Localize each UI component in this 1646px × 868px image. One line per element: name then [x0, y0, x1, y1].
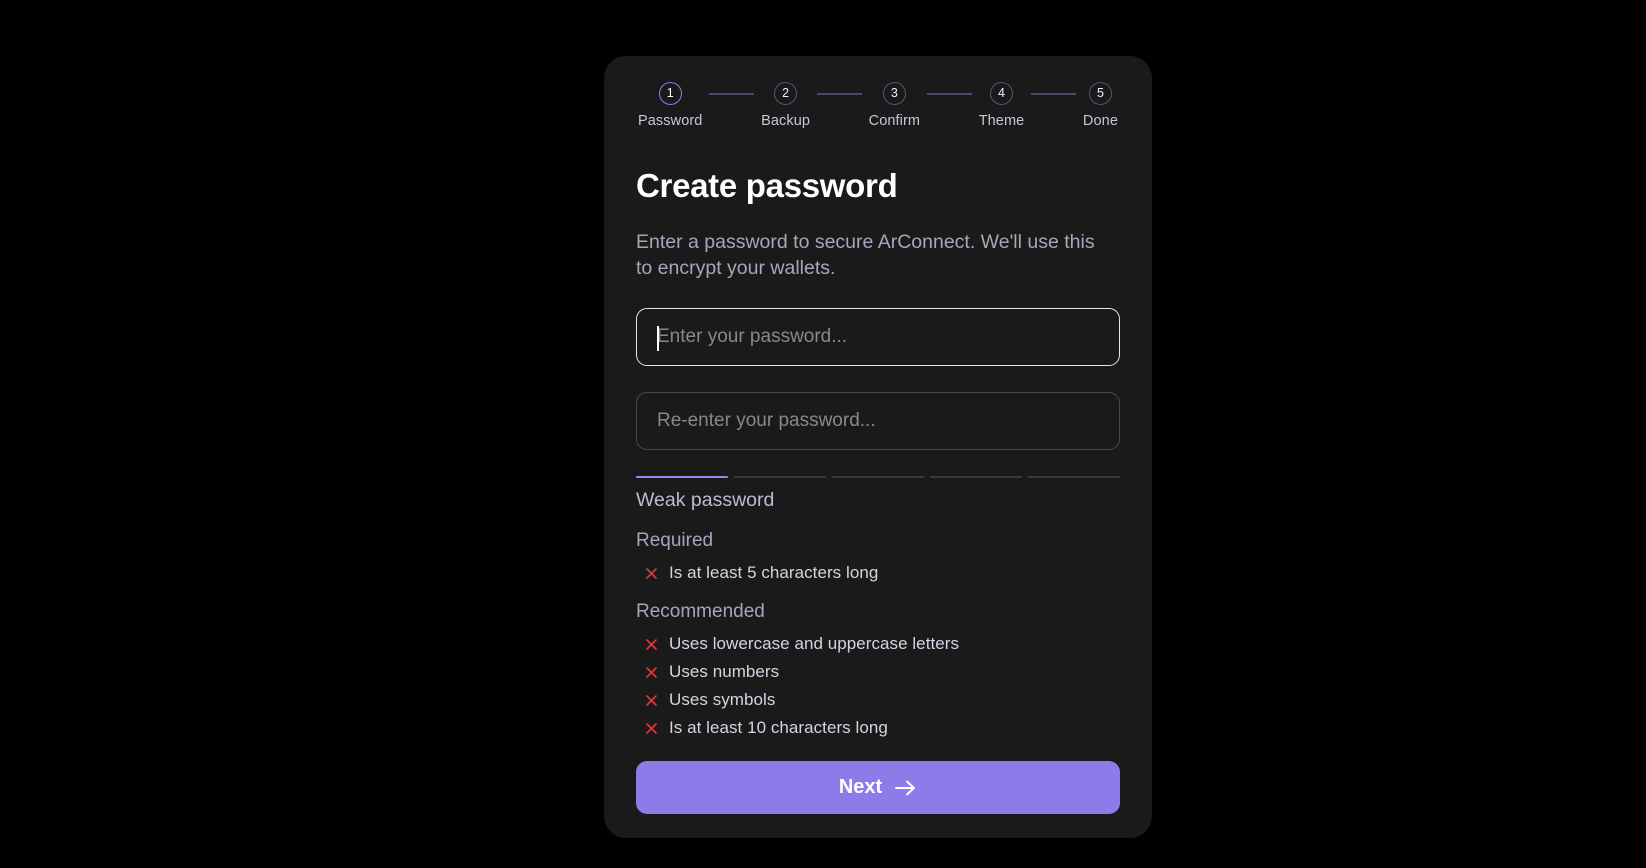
stepper-connector-2 [817, 93, 862, 95]
step-label: Theme [978, 113, 1025, 129]
stepper-connector-3 [927, 93, 972, 95]
onboarding-card: 1 Password 2 Backup 3 Confirm 4 Theme 5 … [604, 56, 1152, 838]
stepper-step-backup[interactable]: 2 Backup [761, 82, 810, 129]
password-strength-bar [636, 475, 1120, 479]
password-field-wrapper[interactable] [636, 307, 1120, 366]
requirement-label: Is at least 5 characters long [669, 563, 879, 583]
x-icon [644, 637, 659, 652]
strength-segment-3 [832, 475, 924, 479]
requirement-item: Uses numbers [636, 658, 1120, 686]
step-number-badge: 1 [658, 82, 682, 105]
step-label: Done [1082, 113, 1118, 129]
requirement-label: Uses symbols [669, 690, 776, 710]
strength-segment-5 [1028, 475, 1120, 479]
requirement-item: Is at least 10 characters long [636, 714, 1120, 742]
x-icon [644, 566, 659, 581]
step-number-badge: 4 [990, 82, 1013, 105]
required-heading: Required [636, 530, 714, 552]
stepper-step-password[interactable]: 1 Password [638, 82, 702, 129]
step-number-badge: 3 [882, 82, 906, 105]
x-icon [644, 721, 659, 736]
stepper-step-confirm[interactable]: 3 Confirm [869, 82, 920, 129]
strength-segment-4 [930, 475, 1022, 479]
requirement-item: Is at least 5 characters long [636, 559, 1120, 587]
x-icon [644, 665, 659, 680]
password-input[interactable] [657, 308, 1099, 365]
recommended-heading: Recommended [636, 601, 765, 623]
password-strength-label: Weak password [636, 489, 775, 512]
recommended-requirements-group: Recommended Uses lowercase and uppercase… [636, 601, 1120, 742]
requirement-label: Uses lowercase and uppercase letters [669, 634, 960, 654]
stepper-step-done[interactable]: 5 Done [1083, 82, 1118, 129]
step-label: Password [638, 113, 703, 129]
stepper-step-theme[interactable]: 4 Theme [979, 82, 1025, 129]
confirm-password-field-wrapper[interactable] [636, 391, 1120, 450]
required-requirements-group: Required Is at least 5 characters long [636, 530, 1120, 587]
requirement-label: Uses numbers [669, 662, 780, 682]
arrow-right-icon [894, 779, 917, 797]
x-icon [644, 693, 659, 708]
requirement-label: Is at least 10 characters long [669, 718, 888, 738]
page-description: Enter a password to secure ArConnect. We… [636, 231, 1095, 279]
requirement-item: Uses lowercase and uppercase letters [636, 630, 1120, 658]
next-button-label: Next [838, 776, 883, 799]
step-number-badge: 5 [1088, 82, 1112, 105]
strength-segment-1 [636, 475, 728, 479]
stepper-connector-4 [1031, 93, 1076, 95]
page-title: Create password [636, 167, 898, 204]
step-label: Backup [761, 113, 811, 129]
confirm-password-input[interactable] [657, 392, 1099, 449]
step-label: Confirm [868, 113, 921, 129]
requirement-item: Uses symbols [636, 686, 1120, 714]
next-button[interactable]: Next [636, 761, 1120, 815]
strength-segment-2 [734, 475, 826, 479]
stepper: 1 Password 2 Backup 3 Confirm 4 Theme 5 … [636, 82, 1120, 129]
step-number-badge: 2 [774, 82, 798, 105]
text-cursor [657, 325, 659, 351]
stepper-connector-1 [709, 93, 755, 95]
